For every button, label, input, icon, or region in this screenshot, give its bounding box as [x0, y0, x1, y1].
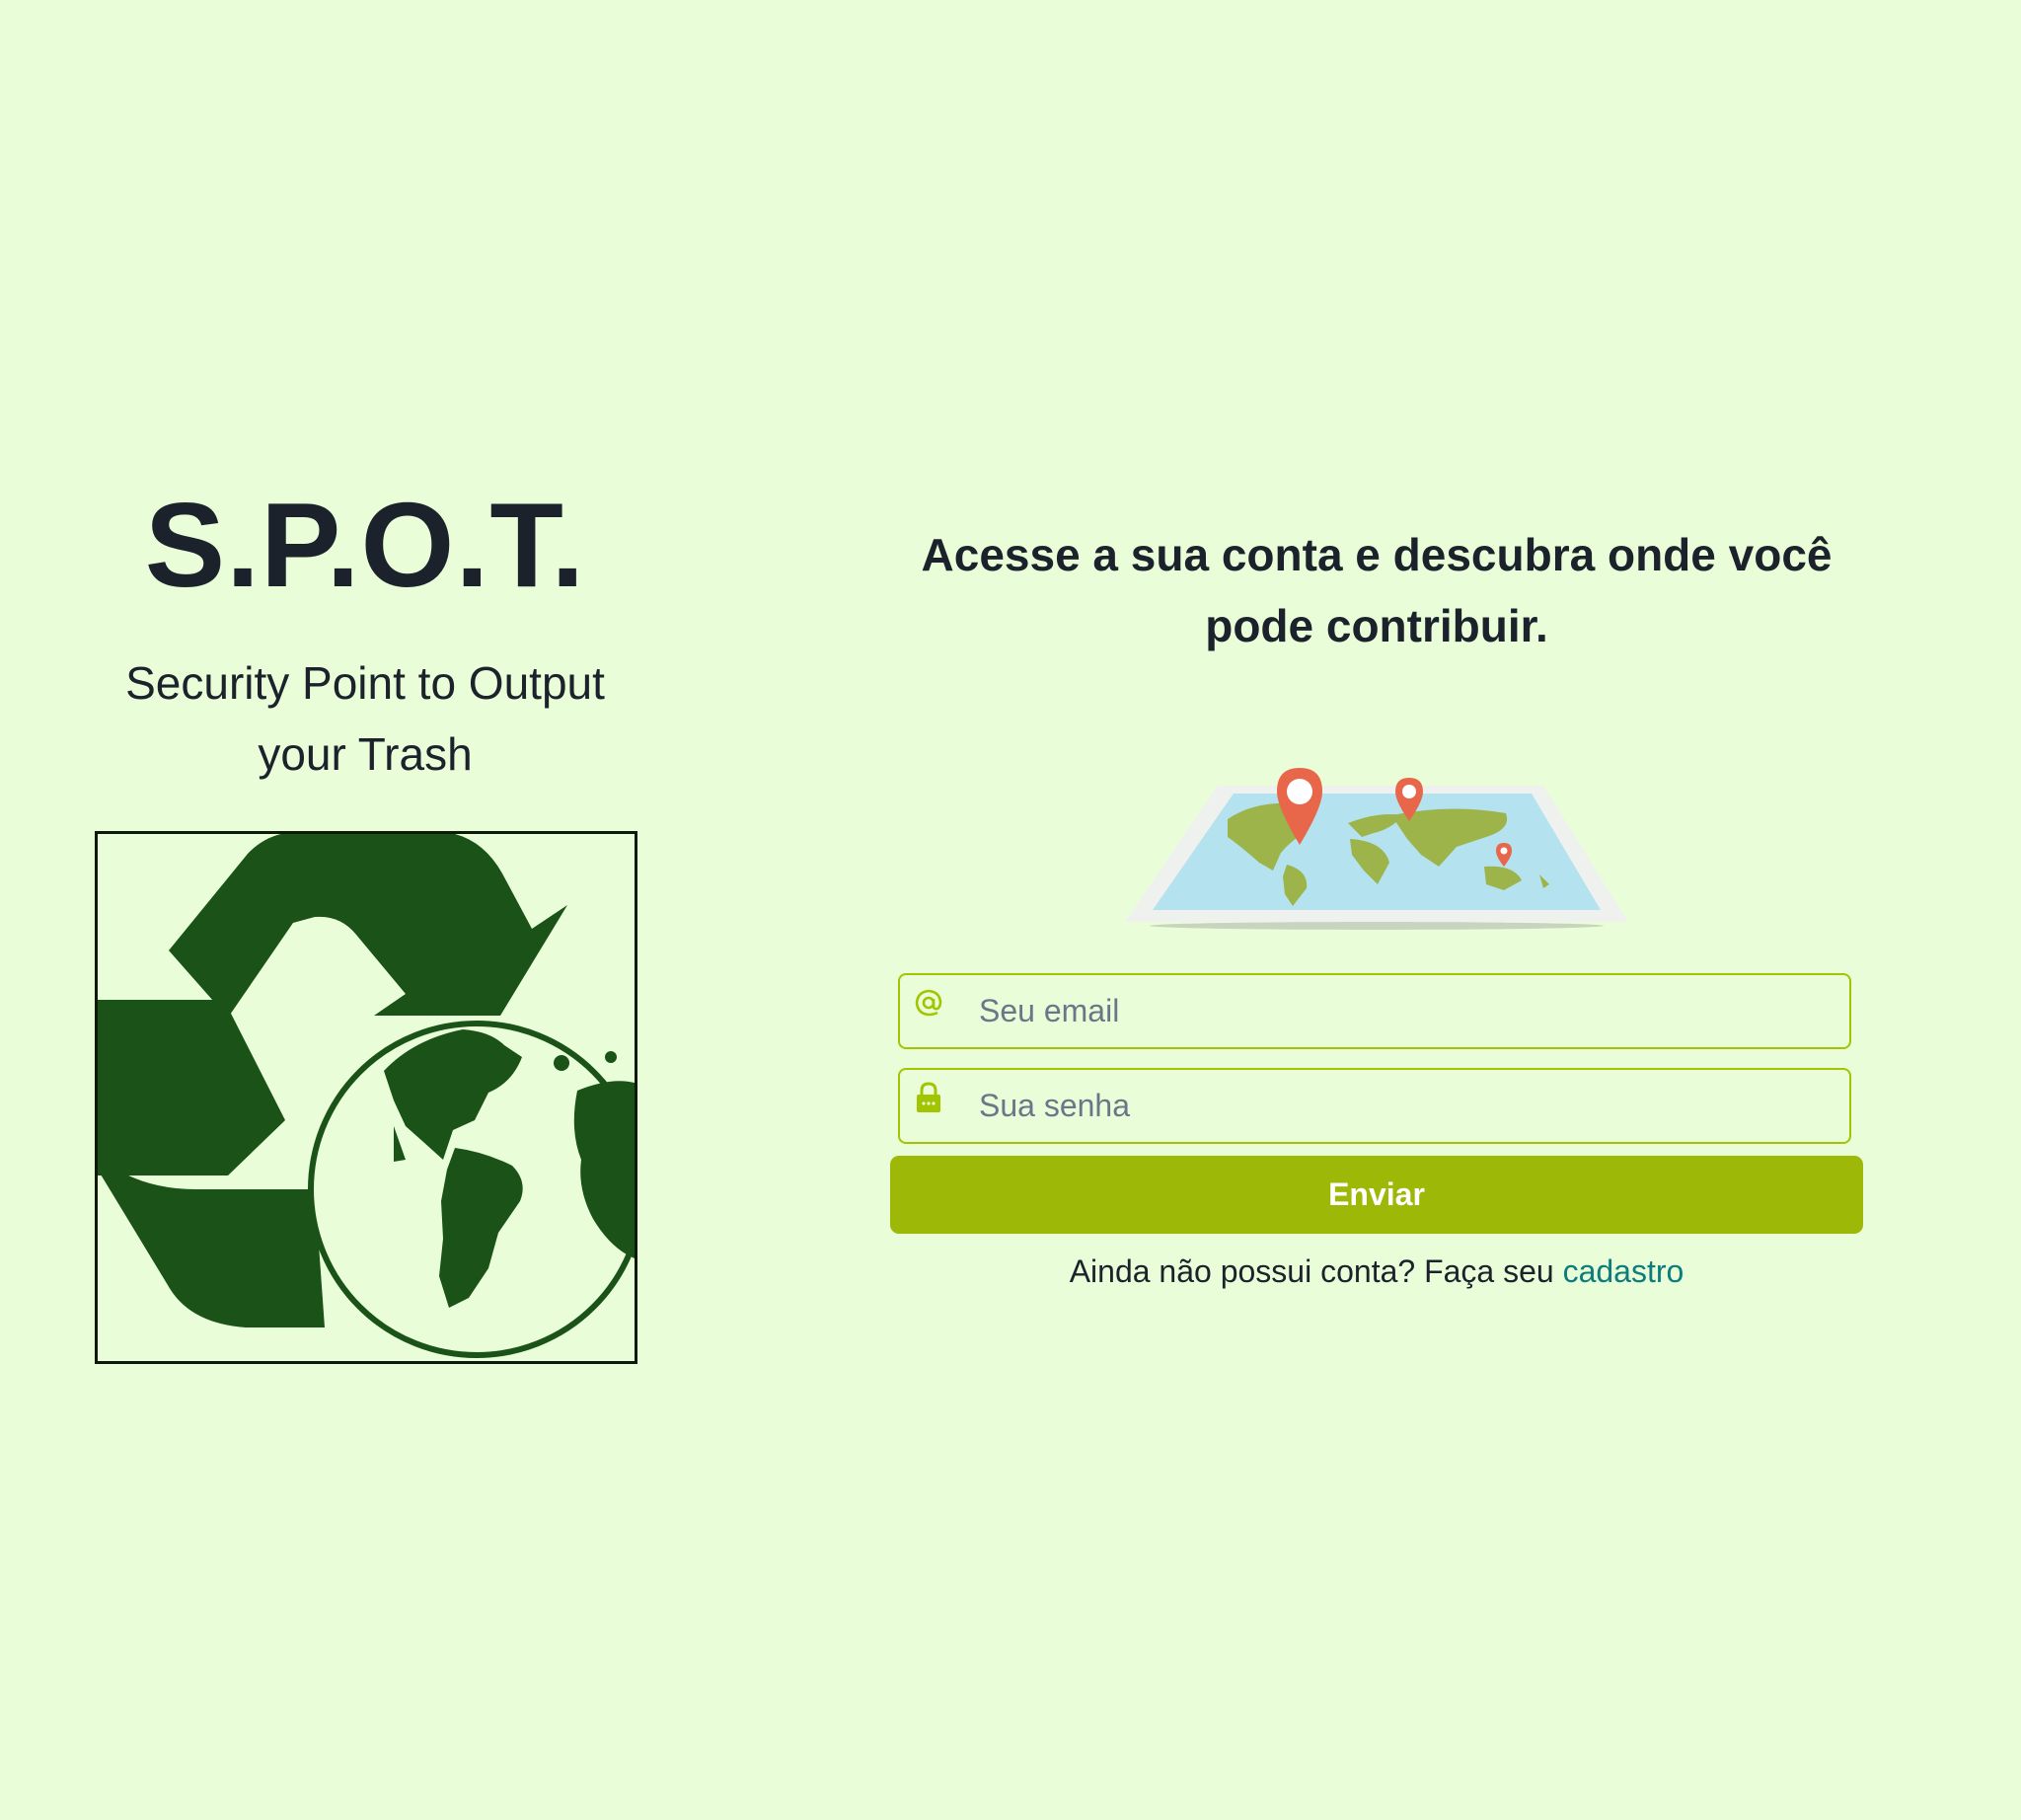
brand-panel: S.P.O.T. Security Point to Output your T…	[0, 0, 730, 1820]
brand-title: S.P.O.T.	[144, 478, 586, 612]
email-field[interactable]	[898, 973, 1851, 1049]
recycle-globe-icon	[95, 831, 637, 1364]
signup-prompt-text: Ainda não possui conta? Faça seu	[1069, 1253, 1563, 1289]
password-input[interactable]	[979, 1070, 1837, 1142]
password-field[interactable]	[898, 1068, 1851, 1144]
at-sign-icon	[914, 987, 943, 1019]
lock-icon	[914, 1082, 943, 1113]
email-input[interactable]	[979, 975, 1837, 1047]
submit-button[interactable]: Enviar	[890, 1156, 1863, 1234]
signup-link[interactable]: cadastro	[1563, 1253, 1684, 1289]
login-headline: Acesse a sua conta e descubra onde você …	[921, 529, 1833, 651]
world-map-pins-icon	[1125, 768, 1628, 932]
brand-subtitle: Security Point to Output your Trash	[125, 657, 605, 780]
signup-prompt: Ainda não possui conta? Faça seu cadastr…	[888, 1248, 1865, 1295]
